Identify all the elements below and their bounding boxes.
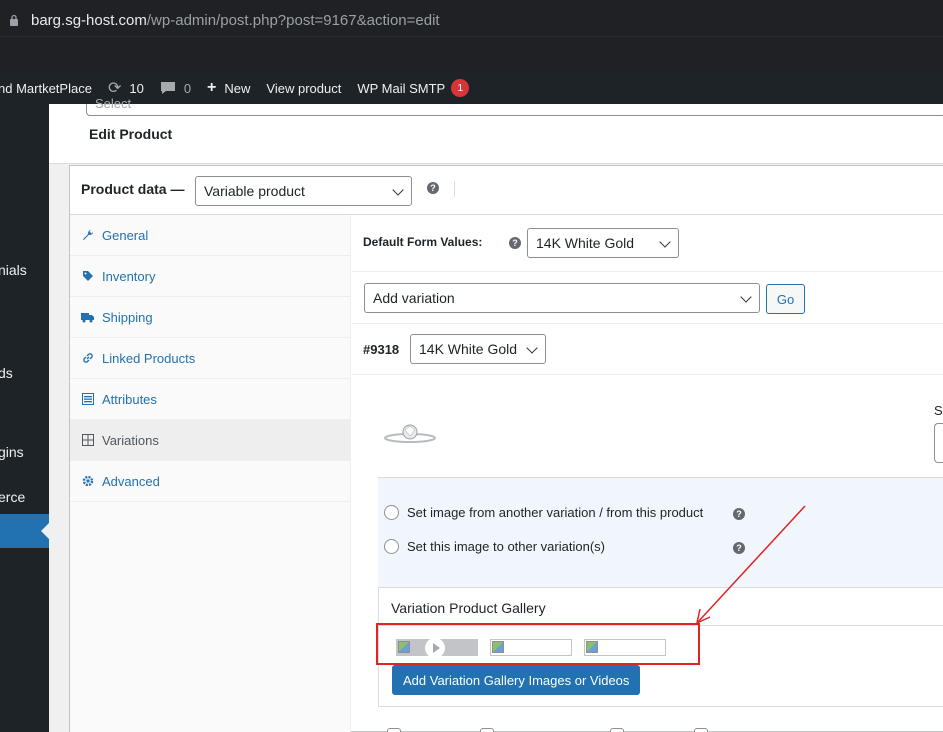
address-bar[interactable]: barg.sg-host.com/wp-admin/post.php?post=… [31, 12, 440, 29]
tab-advanced[interactable]: Advanced [70, 461, 351, 502]
admin-sidebar-menu: nials ds gins erce [0, 104, 49, 732]
view-product-label: View product [266, 80, 342, 96]
grid-icon [81, 434, 94, 447]
new-label: New [224, 80, 251, 96]
radio-button[interactable] [384, 505, 399, 520]
option-to-other-variations[interactable]: Set this image to other variation(s) [384, 539, 605, 554]
comments-count: 0 [183, 80, 192, 96]
wp-admin-bar: nd MartketPlace ⟳ 10 0 + New View product … [0, 72, 943, 104]
variation-header[interactable]: #9318 14K White Gold [352, 324, 943, 375]
chevron-down-icon [740, 291, 752, 303]
chevron-down-icon [392, 184, 404, 196]
site-name-link[interactable]: nd MartketPlace [0, 81, 92, 96]
select-placeholder: Select [95, 96, 132, 111]
tab-linked-products[interactable]: Linked Products [70, 338, 351, 379]
tag-icon [81, 270, 94, 283]
option-from-variation-label: Set image from another variation / from … [407, 505, 704, 520]
product-data-label: Product data — [81, 181, 185, 197]
checkbox[interactable] [610, 728, 624, 732]
divider [454, 181, 455, 197]
product-data-tabs: General Inventory Shipping Linked Produc… [70, 215, 351, 732]
chevron-down-icon [526, 342, 538, 354]
browser-tab-strip [0, 36, 943, 66]
product-type-select[interactable]: Variable product [195, 176, 412, 206]
checkbox[interactable] [387, 728, 401, 732]
updates-link[interactable]: ⟳ 10 [108, 78, 144, 98]
add-variation-row: Add variation Go [352, 272, 943, 324]
wp-mail-smtp-label: WP Mail SMTP [357, 80, 446, 96]
default-form-values-label: Default Form Values: [363, 235, 483, 249]
help-icon[interactable]: ? [733, 542, 745, 554]
menu-item-plugins[interactable]: gins [0, 444, 24, 460]
help-icon[interactable]: ? [427, 182, 439, 194]
variation-image[interactable] [382, 415, 438, 455]
tab-inventory[interactable]: Inventory [70, 256, 351, 297]
variation-attribute-value: 14K White Gold [419, 341, 518, 357]
default-value: 14K White Gold [536, 235, 635, 251]
tab-variations[interactable]: Variations [70, 420, 351, 461]
url-host: barg.sg-host.com [31, 12, 147, 29]
new-content-link[interactable]: + New [207, 79, 250, 97]
product-data-header: Product data — Variable product ? [70, 166, 943, 215]
menu-item-fragment-ds[interactable]: ds [0, 365, 13, 381]
option-to-other-label: Set this image to other variation(s) [407, 539, 605, 554]
wrench-icon [81, 229, 94, 242]
category-select[interactable]: Select [86, 96, 943, 116]
truck-icon [81, 311, 94, 324]
gear-icon [81, 475, 94, 488]
lock-icon [10, 14, 18, 26]
tab-linked-products-label: Linked Products [102, 350, 196, 366]
variation-id: #9318 [363, 342, 400, 357]
tab-shipping[interactable]: Shipping [70, 297, 351, 338]
link-icon [81, 352, 94, 365]
tab-attributes[interactable]: Attributes [70, 379, 351, 420]
tab-attributes-label: Attributes [102, 391, 157, 407]
default-value-select[interactable]: 14K White Gold [527, 228, 679, 258]
go-button[interactable]: Go [766, 284, 805, 314]
top-panel: Select Edit Product [49, 96, 943, 164]
tab-general[interactable]: General [70, 215, 351, 256]
refresh-icon: ⟳ [107, 80, 122, 97]
wp-mail-smtp-link[interactable]: WP Mail SMTP 1 [357, 79, 470, 97]
variation-image-options: Set image from another variation / from … [378, 477, 943, 587]
variation-body: SI Set image from another variation / fr… [352, 375, 943, 732]
highlight-box [376, 623, 700, 665]
chevron-down-icon [659, 236, 671, 248]
url-path: /wp-admin/post.php?post=9167&action=edit [146, 12, 440, 29]
option-from-variation[interactable]: Set image from another variation / from … [384, 505, 703, 520]
list-icon [81, 393, 94, 406]
tab-variations-label: Variations [102, 432, 159, 448]
tab-shipping-label: Shipping [102, 309, 153, 325]
menu-item-testimonials[interactable]: nials [0, 262, 27, 278]
checkbox[interactable] [694, 728, 708, 732]
variation-options-row [378, 718, 943, 732]
updates-count: 10 [129, 80, 144, 96]
tab-advanced-label: Advanced [102, 473, 160, 489]
page-title: Edit Product [89, 126, 173, 142]
tab-inventory-label: Inventory [102, 268, 156, 284]
add-gallery-images-button[interactable]: Add Variation Gallery Images or Videos [392, 665, 641, 695]
gallery-title: Variation Product Gallery [379, 588, 943, 626]
view-product-link[interactable]: View product [266, 81, 341, 96]
help-icon[interactable]: ? [733, 508, 745, 520]
browser-toolbar: barg.sg-host.com/wp-admin/post.php?post=… [0, 0, 943, 72]
site-name-label: nd MartketPlace [0, 80, 92, 96]
comments-link[interactable]: 0 [160, 81, 191, 96]
product-type-value: Variable product [204, 183, 305, 199]
help-icon[interactable]: ? [509, 237, 521, 249]
add-variation-select[interactable]: Add variation [364, 283, 760, 313]
menu-item-active[interactable] [0, 514, 49, 548]
notification-badge: 1 [451, 79, 470, 97]
sku-label: SI [934, 403, 943, 418]
menu-item-woocommerce[interactable]: erce [0, 489, 25, 505]
radio-button[interactable] [384, 539, 399, 554]
default-form-values-row: Default Form Values: ? 14K White Gold [352, 215, 943, 272]
plus-icon: + [207, 79, 217, 96]
comment-icon [160, 82, 175, 94]
variation-attribute-select[interactable]: 14K White Gold [410, 334, 546, 364]
add-variation-value: Add variation [373, 290, 455, 306]
checkbox[interactable] [480, 728, 494, 732]
sku-input[interactable] [934, 423, 943, 463]
tab-general-label: General [102, 227, 149, 243]
